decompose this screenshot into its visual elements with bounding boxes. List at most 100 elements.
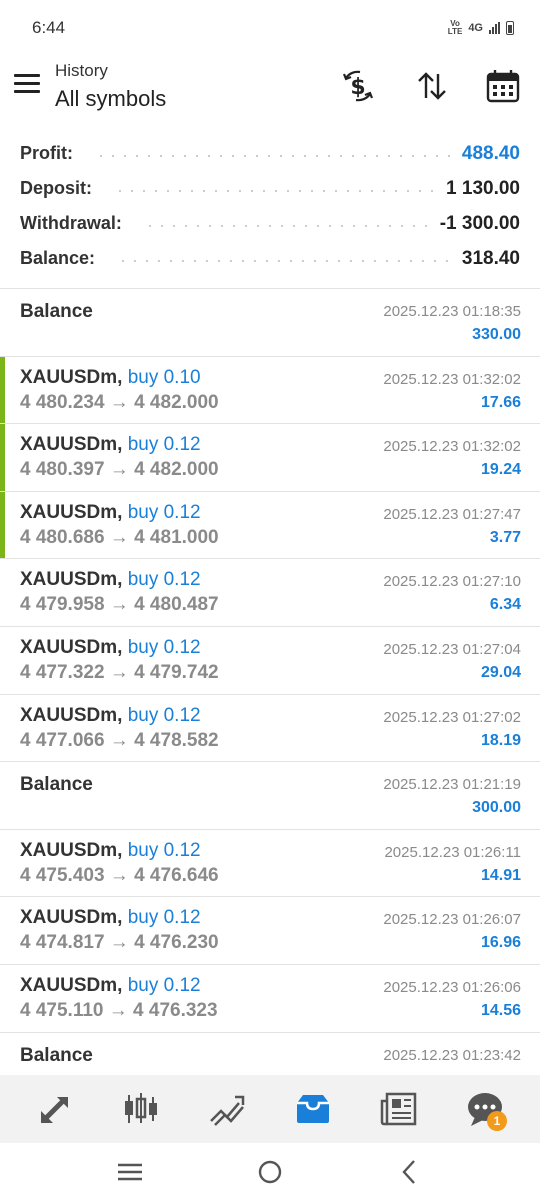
deal-type: buy 0.12: [127, 569, 201, 591]
deal-time: 2025.12.23 01:18:35: [383, 303, 521, 320]
dollar-exchange-icon[interactable]: $: [338, 66, 378, 106]
deal-prices: 4 475.110 → 4 476.323: [20, 999, 218, 1021]
recents-icon[interactable]: [110, 1152, 150, 1192]
menu-icon[interactable]: [14, 74, 40, 96]
deal-type: buy 0.12: [127, 636, 201, 658]
deal-type: buy 0.12: [127, 839, 201, 861]
deal-symbol: XAUUSDm, buy 0.12: [20, 637, 201, 659]
symbol-name: XAUUSDm,: [20, 974, 123, 996]
deal-row[interactable]: XAUUSDm, buy 0.12 4 480.686 → 4 481.000 …: [0, 491, 540, 560]
deal-time: 2025.12.23 01:26:11: [384, 843, 521, 861]
deal-row[interactable]: XAUUSDm, buy 0.12 4 475.110 → 4 476.323 …: [0, 965, 540, 1033]
news-icon[interactable]: [371, 1081, 427, 1137]
withdrawal-label: Withdrawal:: [20, 213, 122, 233]
deal-prices: 4 479.958 → 4 480.487: [20, 594, 219, 616]
profit-value: 488.40: [461, 142, 520, 164]
status-bar: 6:44 Vo LTE 4G: [0, 0, 540, 56]
deal-symbol: Balance: [20, 1044, 93, 1066]
deal-symbol: XAUUSDm, buy 0.12: [20, 705, 201, 727]
battery-icon: [506, 21, 514, 35]
deal-profit: 16.96: [480, 934, 521, 952]
history-icon[interactable]: [285, 1081, 341, 1137]
deal-symbol: XAUUSDm, buy 0.10: [20, 367, 201, 389]
balance-row[interactable]: Balance 2025.12.23 01:21:19 300.00: [0, 762, 540, 830]
balance-row[interactable]: Balance 2025.12.23 01:23:42: [0, 1033, 540, 1075]
balance-row[interactable]: Balance 2025.12.23 01:18:35 330.00: [0, 289, 540, 357]
calendar-icon[interactable]: [483, 66, 523, 106]
deal-profit: 330.00: [472, 326, 521, 343]
home-icon[interactable]: [250, 1152, 290, 1192]
back-icon[interactable]: [390, 1152, 430, 1192]
summary-withdrawal: Withdrawal: -1 300.00: [0, 206, 540, 241]
deal-row[interactable]: XAUUSDm, buy 0.12 4 474.817 → 4 476.230 …: [0, 897, 540, 965]
balance-value: 318.40: [461, 247, 520, 269]
deal-profit: 14.56: [480, 1001, 521, 1019]
deal-profit: 19.24: [480, 461, 521, 479]
history-screen: 6:44 Vo LTE 4G History All symbols $ Pro…: [0, 0, 540, 1200]
deal-row[interactable]: XAUUSDm, buy 0.12 4 475.403 → 4 476.646 …: [0, 830, 540, 898]
deal-prices: 4 474.817 → 4 476.230: [20, 932, 219, 954]
deal-row[interactable]: XAUUSDm, buy 0.12 4 477.322 → 4 479.742 …: [0, 627, 540, 695]
signal-icon: [489, 22, 500, 34]
deal-time: 2025.12.23 01:32:02: [383, 370, 521, 388]
symbol-name: XAUUSDm,: [20, 569, 123, 591]
deal-time: 2025.12.23 01:26:07: [383, 911, 521, 929]
history-summary: Profit: 488.40 Deposit: 1 130.00 Withdra…: [0, 136, 540, 276]
leader-dots: [143, 224, 428, 227]
deal-profit: 300.00: [472, 799, 521, 817]
summary-balance: Balance: 318.40: [0, 241, 540, 276]
deal-row[interactable]: XAUUSDm, buy 0.12 4 477.066 → 4 478.582 …: [0, 695, 540, 763]
deal-symbol: Balance: [20, 301, 93, 322]
chart-icon[interactable]: [113, 1081, 169, 1137]
deal-profit: 14.91: [480, 866, 521, 884]
volte-icon: Vo LTE: [447, 19, 463, 36]
sort-icon[interactable]: [412, 66, 452, 106]
deal-symbol: XAUUSDm, buy 0.12: [20, 502, 201, 524]
network-type: 4G: [468, 22, 483, 34]
deal-symbol: XAUUSDm, buy 0.12: [20, 569, 201, 591]
status-time: 6:44: [32, 18, 66, 37]
svg-text:$: $: [350, 75, 365, 100]
bottom-nav: 1: [0, 1075, 540, 1143]
withdrawal-value: -1 300.00: [439, 212, 520, 234]
chat-icon[interactable]: 1: [457, 1081, 513, 1137]
status-icons: Vo LTE 4G: [448, 20, 514, 36]
deal-profit: 6.34: [489, 596, 521, 614]
summary-profit: Profit: 488.40: [0, 136, 540, 171]
deal-prices: 4 475.403 → 4 476.646: [20, 864, 219, 886]
app-header: History All symbols $: [0, 56, 540, 122]
page-title[interactable]: All symbols: [55, 86, 166, 112]
symbol-name: XAUUSDm,: [20, 839, 123, 861]
deal-symbol: XAUUSDm, buy 0.12: [20, 907, 201, 929]
deal-time: 2025.12.23 01:27:04: [383, 640, 521, 658]
symbol-name: XAUUSDm,: [20, 907, 123, 929]
header-subtitle: History: [55, 61, 108, 80]
deal-time: 2025.12.23 01:27:10: [383, 573, 521, 591]
deal-profit: 29.04: [480, 663, 521, 681]
deal-row[interactable]: XAUUSDm, buy 0.12 4 479.958 → 4 480.487 …: [0, 559, 540, 627]
balance-label: Balance:: [20, 248, 96, 268]
deal-symbol: XAUUSDm, buy 0.12: [20, 975, 201, 997]
system-nav-bar: [0, 1143, 540, 1200]
deal-symbol: XAUUSDm, buy 0.12: [20, 434, 201, 456]
quotes-icon[interactable]: [27, 1081, 83, 1137]
profit-label: Profit:: [20, 143, 73, 163]
deal-row[interactable]: XAUUSDm, buy 0.10 4 480.234 → 4 482.000 …: [0, 356, 540, 425]
trade-icon[interactable]: [199, 1081, 255, 1137]
deal-type: buy 0.10: [127, 366, 201, 388]
symbol-name: XAUUSDm,: [20, 704, 123, 726]
deal-type: buy 0.12: [127, 907, 201, 929]
deal-prices: 4 477.066 → 4 478.582: [20, 729, 219, 751]
deal-prices: 4 477.322 → 4 479.742: [20, 661, 219, 683]
deal-row[interactable]: XAUUSDm, buy 0.12 4 480.397 → 4 482.000 …: [0, 424, 540, 492]
chat-badge: 1: [487, 1111, 507, 1131]
deal-time: 2025.12.23 01:27:47: [383, 505, 521, 523]
deal-type: buy 0.12: [127, 974, 201, 996]
deal-type: buy 0.12: [127, 704, 201, 726]
deal-list[interactable]: Balance 2025.12.23 01:18:35 330.00 XAUUS…: [0, 289, 540, 1075]
deal-prices: 4 480.234 → 4 482.000: [20, 391, 219, 413]
deal-time: 2025.12.23 01:27:02: [383, 708, 521, 726]
deal-type: buy 0.12: [127, 501, 201, 523]
deal-time: 2025.12.23 01:32:02: [383, 438, 521, 456]
deal-symbol: XAUUSDm, buy 0.12: [20, 840, 201, 862]
